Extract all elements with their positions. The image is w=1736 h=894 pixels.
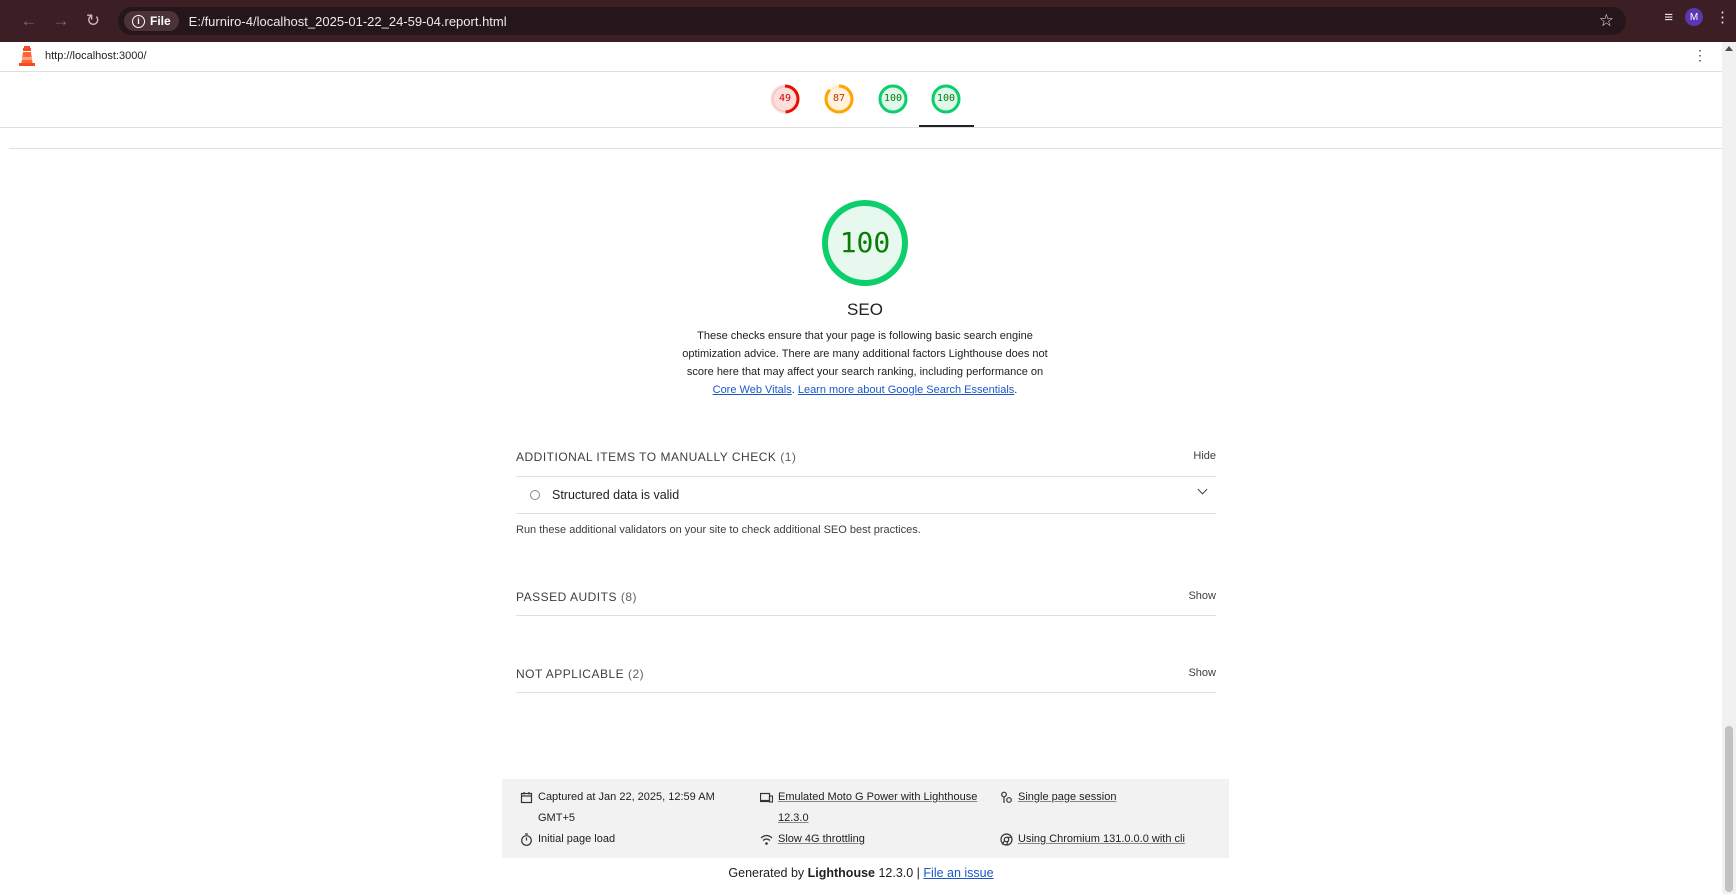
browser-toolbar: ← → ↻ i File E:/furniro-4/localhost_2025… xyxy=(0,0,1736,42)
report-topbar: http://localhost:3000/ ⋮ xyxy=(0,42,1722,72)
group-manual-checks: ADDITIONAL ITEMS TO MANUALLY CHECK (1) H… xyxy=(516,450,1216,470)
gauge-accessibility[interactable]: 87 xyxy=(823,83,855,115)
section-divider xyxy=(9,148,1722,149)
file-issue-link[interactable]: File an issue xyxy=(923,866,993,880)
gauge-performance-value: 49 xyxy=(778,93,792,104)
report-menu-icon[interactable]: ⋮ xyxy=(1693,48,1707,62)
group-manual-count: (1) xyxy=(780,450,797,464)
browser-menu-icon[interactable]: ⋮ xyxy=(1715,8,1730,26)
group-passed-rule xyxy=(516,615,1216,616)
group-na-label: NOT APPLICABLE xyxy=(516,667,625,681)
group-na-count: (2) xyxy=(628,667,645,681)
group-passed-count: (8) xyxy=(620,590,637,604)
env-device-line2[interactable]: 12.3.0 xyxy=(778,808,809,829)
bookmark-star-icon[interactable]: ☆ xyxy=(1599,11,1614,31)
group-manual-hide-toggle[interactable]: Hide xyxy=(1193,450,1216,462)
back-arrow-icon[interactable]: ← xyxy=(14,6,44,36)
scroll-up-arrow-icon[interactable] xyxy=(1725,46,1733,51)
category-description: These checks ensure that your page is fo… xyxy=(680,327,1050,399)
chrome-icon xyxy=(1000,833,1013,846)
group-passed-title: PASSED AUDITS (8) xyxy=(516,590,637,604)
address-text: E:/furniro-4/localhost_2025-01-22_24-59-… xyxy=(188,13,507,29)
scroll-thumb[interactable] xyxy=(1725,726,1733,892)
runtime-settings: Captured at Jan 22, 2025, 12:59 AM GMT+5… xyxy=(502,779,1229,858)
group-na-rule xyxy=(516,692,1216,693)
calendar-icon xyxy=(520,792,533,804)
audit-status-circle-icon xyxy=(530,490,540,500)
search-essentials-link[interactable]: Learn more about Google Search Essential… xyxy=(798,384,1014,396)
group-not-applicable[interactable]: NOT APPLICABLE (2) Show xyxy=(516,667,1216,687)
gauge-seo[interactable]: 100 xyxy=(930,83,962,115)
group-passed-show-toggle[interactable]: Show xyxy=(1188,590,1216,602)
sticky-score-header: 49 87 100 100 xyxy=(0,72,1722,128)
session-icon xyxy=(1001,791,1012,803)
gauge-accessibility-value: 87 xyxy=(832,93,846,104)
lighthouse-logo-icon xyxy=(19,46,35,66)
audit-title: Structured data is valid xyxy=(552,488,680,502)
env-captured-line1: Captured at Jan 22, 2025, 12:59 AM xyxy=(538,791,715,803)
category-title: SEO xyxy=(847,300,883,319)
category-description-text: These checks ensure that your page is fo… xyxy=(682,330,1048,378)
site-info-chip[interactable]: i File xyxy=(124,11,179,31)
page-scrollbar[interactable] xyxy=(1722,42,1736,894)
lighthouse-version: 12.3.0 | xyxy=(874,866,924,880)
info-icon: i xyxy=(132,14,145,28)
env-chromium-text[interactable]: Using Chromium 131.0.0.0 with cli xyxy=(1018,829,1185,850)
env-session-text[interactable]: Single page session xyxy=(1018,787,1116,808)
group-passed-label: PASSED AUDITS xyxy=(516,590,617,604)
group-manual-rule-bottom xyxy=(516,513,1216,514)
group-manual-title: ADDITIONAL ITEMS TO MANUALLY CHECK (1) xyxy=(516,450,796,464)
env-load-text: Initial page load xyxy=(538,833,616,845)
core-web-vitals-link[interactable]: Core Web Vitals xyxy=(713,384,792,396)
wifi-icon xyxy=(760,834,773,845)
site-info-label: File xyxy=(150,14,171,28)
gauge-best-practices-value: 100 xyxy=(883,93,903,104)
devices-icon xyxy=(760,792,773,803)
env-captured-line2: GMT+5 xyxy=(538,812,575,824)
gauge-seo-value: 100 xyxy=(936,93,956,104)
audit-structured-data[interactable]: Structured data is valid xyxy=(516,477,1216,513)
profile-avatar[interactable]: M xyxy=(1685,8,1703,26)
active-gauge-indicator xyxy=(919,125,974,127)
reading-list-icon[interactable]: ≡ xyxy=(1664,9,1673,26)
group-manual-label: ADDITIONAL ITEMS TO MANUALLY CHECK xyxy=(516,450,777,464)
lighthouse-name: Lighthouse xyxy=(807,866,875,880)
env-device-line1[interactable]: Emulated Moto G Power with Lighthouse xyxy=(778,787,977,808)
generated-by-footer: Generated by Lighthouse 12.3.0 | File an… xyxy=(0,866,1722,880)
address-bar[interactable]: i File E:/furniro-4/localhost_2025-01-22… xyxy=(118,7,1626,35)
forward-arrow-icon[interactable]: → xyxy=(46,6,76,36)
group-na-title: NOT APPLICABLE (2) xyxy=(516,667,644,681)
env-throttling-text[interactable]: Slow 4G throttling xyxy=(778,829,865,850)
group-passed-audits[interactable]: PASSED AUDITS (8) Show xyxy=(516,590,1216,610)
report-url[interactable]: http://localhost:3000/ xyxy=(45,50,147,62)
gauge-performance[interactable]: 49 xyxy=(769,83,801,115)
description-end: . xyxy=(1014,384,1018,396)
group-na-show-toggle[interactable]: Show xyxy=(1188,667,1216,679)
group-manual-description: Run these additional validators on your … xyxy=(516,524,921,536)
generated-by-text: Generated by xyxy=(728,866,808,880)
timer-icon xyxy=(521,833,532,846)
chevron-down-icon[interactable] xyxy=(1197,484,1208,495)
gauge-best-practices[interactable]: 100 xyxy=(877,83,909,115)
seo-score-gauge: 100 xyxy=(820,198,910,288)
reload-icon[interactable]: ↻ xyxy=(78,6,108,36)
seo-score-value: 100 xyxy=(839,226,891,259)
